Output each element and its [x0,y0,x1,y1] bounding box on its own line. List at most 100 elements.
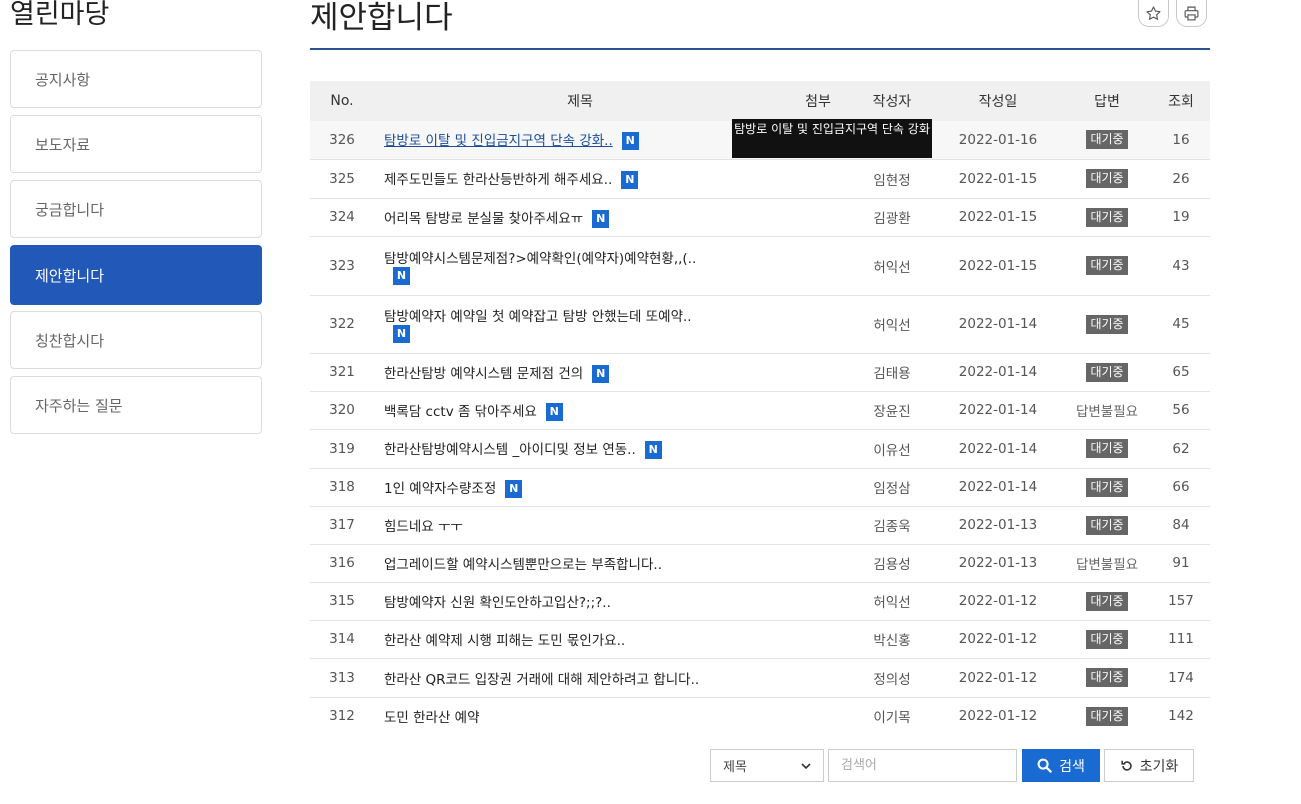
row-views: 43 [1152,236,1210,296]
row-title-link[interactable]: 업그레이드할 예약시스템뿐만으로는 부족합니다.. [384,557,662,573]
row-date: 2022-01-12 [934,582,1062,621]
row-title-link[interactable]: 제주도민들도 한라산등반하게 해주세요.. [384,172,612,188]
row-author: 이유선 [850,429,934,469]
sidebar-item-praise[interactable]: 칭찬합시다 [10,311,262,369]
row-title-link[interactable]: 탐방로 이탈 및 진입금지구역 단속 강화.. [384,133,613,149]
row-date: 2022-01-14 [934,353,1062,392]
row-views: 56 [1152,391,1210,430]
status-badge: 대기중 [1086,477,1128,497]
sidebar-item-press[interactable]: 보도자료 [10,115,262,173]
row-date: 2022-01-16 [934,121,1062,160]
refresh-icon [1121,760,1132,771]
row-views: 84 [1152,506,1210,545]
row-title-link[interactable]: 한라산 예약제 시행 피해는 도민 몫인가요.. [384,633,625,649]
table-row[interactable]: 321 한라산탐방 예약시스템 문제점 건의 N 김태용 2022-01-14 대… [310,353,1210,392]
status-badge: 대기중 [1086,591,1128,611]
status-badge: 대기중 [1086,130,1128,150]
row-views: 66 [1152,468,1210,507]
row-views: 157 [1152,582,1210,621]
page-tools [1138,0,1207,27]
table-row[interactable]: 319 한라산탐방예약시스템 _아이디및 정보 연동.. N 이유선 2022-0… [310,429,1210,469]
row-author: 김광환 [850,198,934,237]
board-table: No. 제목 첨부 작성자 작성일 답변 조회 326 탐방로 이탈 및 진입금… [310,81,1210,735]
table-header-row: No. 제목 첨부 작성자 작성일 답변 조회 [310,81,1210,121]
status-badge: 대기중 [1086,629,1128,649]
new-badge: N [621,132,639,151]
row-title-link[interactable]: 한라산탐방 예약시스템 문제점 건의 [384,366,583,382]
row-author: 김태용 [850,353,934,392]
table-row[interactable]: 315 탐방예약자 신원 확인도안하고입산?;;?.. 허익선 2022-01-… [310,582,1210,621]
row-title-link[interactable]: 도민 한라산 예약 [384,710,480,726]
row-date: 2022-01-12 [934,620,1062,659]
row-author: 김용성 [850,544,934,583]
row-no: 322 [310,295,374,354]
column-no: No. [310,81,374,121]
sidebar-item-suggestions[interactable]: 제안합니다 [10,245,262,305]
table-row[interactable]: 323 탐방예약시스템문제점?>예약확인(예약자)예약현황,,(.. N 허익선 … [310,236,1210,296]
row-title-link[interactable]: 탐방예약자 예약일 첫 예약잡고 탐방 안했는데 또예약.. [384,305,785,325]
row-title-link[interactable]: 어리목 탐방로 분실물 찾아주세요ㅠ [384,211,583,227]
search-field-select[interactable]: 제목 [710,749,824,782]
table-row[interactable]: 325 제주도민들도 한라산등반하게 해주세요.. N 임현정 2022-01-1… [310,159,1210,199]
row-no: 319 [310,429,374,469]
status-badge: 대기중 [1086,169,1128,188]
row-title-link[interactable]: 한라산탐방예약시스템 _아이디및 정보 연동.. [384,442,636,458]
sidebar-menu: 공지사항 보도자료 궁금합니다 제안합니다 칭찬합시다 자주하는 질문 [10,50,262,441]
reset-button-label: 초기화 [1139,757,1179,774]
search-icon [1037,758,1052,773]
sidebar-item-questions[interactable]: 궁금합니다 [10,180,262,238]
table-row[interactable]: 324 어리목 탐방로 분실물 찾아주세요ㅠ N 김광환 2022-01-15 대… [310,198,1210,237]
table-row[interactable]: 314 한라산 예약제 시행 피해는 도민 몫인가요.. 박신홍 2022-01… [310,620,1210,659]
row-no: 317 [310,506,374,545]
new-badge: N [545,402,563,421]
table-row[interactable]: 318 1인 예약자수량조정 N 임정삼 2022-01-14 대기중 66 [310,468,1210,507]
row-date: 2022-01-15 [934,159,1062,199]
row-date: 2022-01-12 [934,658,1062,698]
row-author: 임현정 [850,159,934,199]
print-button[interactable] [1176,0,1207,27]
row-views: 174 [1152,658,1210,698]
search-button[interactable]: 검색 [1022,749,1100,782]
row-title-link[interactable]: 백록담 cctv 좀 닦아주세요 [384,404,537,420]
reset-button[interactable]: 초기화 [1104,749,1194,782]
row-title-link[interactable]: 힘드네요 ㅜㅜ [384,519,463,535]
row-date: 2022-01-15 [934,198,1062,237]
row-no: 313 [310,658,374,698]
new-badge: N [393,266,410,285]
row-views: 62 [1152,429,1210,469]
status-text: 답변불필요 [1075,557,1139,573]
table-row[interactable]: 320 백록담 cctv 좀 닦아주세요 N 장윤진 2022-01-14 답변불… [310,391,1210,430]
column-views: 조회 [1152,81,1210,121]
row-author: 이기목 [873,710,911,727]
row-date: 2022-01-13 [934,544,1062,583]
table-row[interactable]: 313 한라산 QR코드 입장권 거래에 대해 제안하려고 합니다.. 정의성 … [310,658,1210,698]
table-row[interactable]: 312 도민 한라산 예약 이기목 2022-01-12 대기중 142 [310,697,1210,735]
new-badge: N [592,364,610,383]
row-no: 321 [310,353,374,392]
new-badge: N [644,441,662,459]
row-author: 정의성 [850,658,934,698]
row-no: 324 [310,198,374,237]
row-title-link[interactable]: 1인 예약자수량조정 [384,481,496,497]
status-badge: 대기중 [1086,515,1128,535]
row-title-link[interactable]: 탐방예약시스템문제점?>예약확인(예약자)예약현황,,(.. [384,247,785,267]
row-no: 314 [310,620,374,659]
table-row[interactable]: 322 탐방예약자 예약일 첫 예약잡고 탐방 안했는데 또예약.. N 허익선 … [310,295,1210,354]
favorite-button[interactable] [1138,0,1169,27]
page-title: 제안합니다 [310,0,453,36]
row-date: 2022-01-14 [934,295,1062,354]
table-row[interactable]: 317 힘드네요 ㅜㅜ 김종욱 2022-01-13 대기중 84 [310,506,1210,545]
row-title-link[interactable]: 탐방예약자 신원 확인도안하고입산?;;?.. [384,595,611,611]
sidebar-item-faq[interactable]: 자주하는 질문 [10,376,262,434]
row-author: 허익선 [850,236,934,296]
row-author: 임정삼 [850,468,934,507]
search-input[interactable] [828,749,1017,782]
status-badge: 대기중 [1086,362,1128,382]
status-badge: 대기중 [1086,314,1128,334]
row-no: 323 [310,236,374,296]
sidebar-item-notice[interactable]: 공지사항 [10,50,262,108]
row-author: 허익선 [850,582,934,621]
row-title-link[interactable]: 한라산 QR코드 입장권 거래에 대해 제안하려고 합니다.. [384,672,699,688]
table-row[interactable]: 316 업그레이드할 예약시스템뿐만으로는 부족합니다.. 김용성 2022-0… [310,544,1210,583]
new-badge: N [505,479,523,498]
